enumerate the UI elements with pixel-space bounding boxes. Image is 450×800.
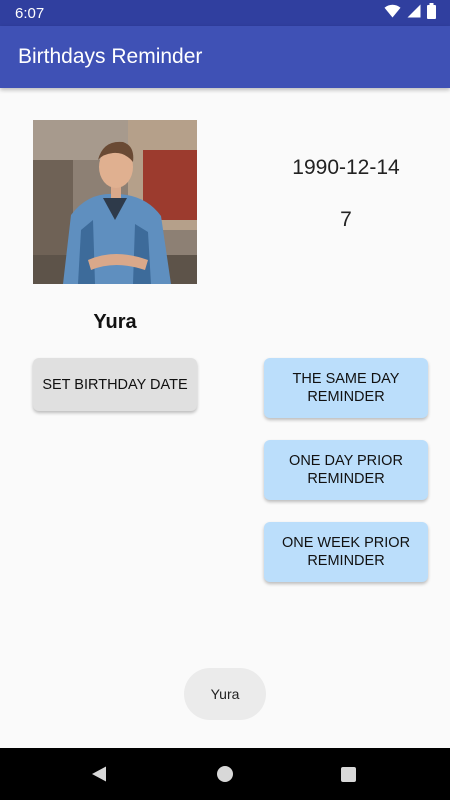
home-icon[interactable] [217, 766, 233, 782]
one-day-prior-reminder-button[interactable]: ONE DAY PRIOR REMINDER [264, 440, 428, 500]
app-title: Birthdays Reminder [18, 45, 203, 68]
wifi-icon [384, 4, 401, 23]
days-value: 7 [340, 208, 352, 231]
set-birthday-button[interactable]: SET BIRTHDAY DATE [33, 358, 197, 411]
toast-message: Yura [184, 668, 266, 720]
signal-icon [407, 4, 421, 23]
one-week-prior-reminder-button[interactable]: ONE WEEK PRIOR REMINDER [264, 522, 428, 582]
toast-text: Yura [210, 686, 240, 702]
app-bar: Birthdays Reminder [0, 26, 450, 88]
status-bar: 6:07 [0, 0, 450, 26]
recents-icon[interactable] [341, 767, 356, 782]
one-day-prior-reminder-label: ONE DAY PRIOR REMINDER [289, 453, 403, 487]
same-day-reminder-label: THE SAME DAY REMINDER [292, 371, 400, 405]
battery-icon [427, 2, 436, 24]
profile-name: Yura [93, 311, 137, 333]
navigation-bar [0, 748, 450, 800]
set-birthday-label: SET BIRTHDAY DATE [42, 376, 188, 393]
status-time: 6:07 [15, 5, 45, 22]
profile-photo [33, 120, 197, 284]
same-day-reminder-button[interactable]: THE SAME DAY REMINDER [264, 358, 428, 418]
status-icons [384, 2, 436, 24]
back-icon[interactable] [91, 766, 107, 787]
birth-date: 1990-12-14 [292, 156, 400, 179]
one-week-prior-reminder-label: ONE WEEK PRIOR REMINDER [281, 535, 411, 569]
